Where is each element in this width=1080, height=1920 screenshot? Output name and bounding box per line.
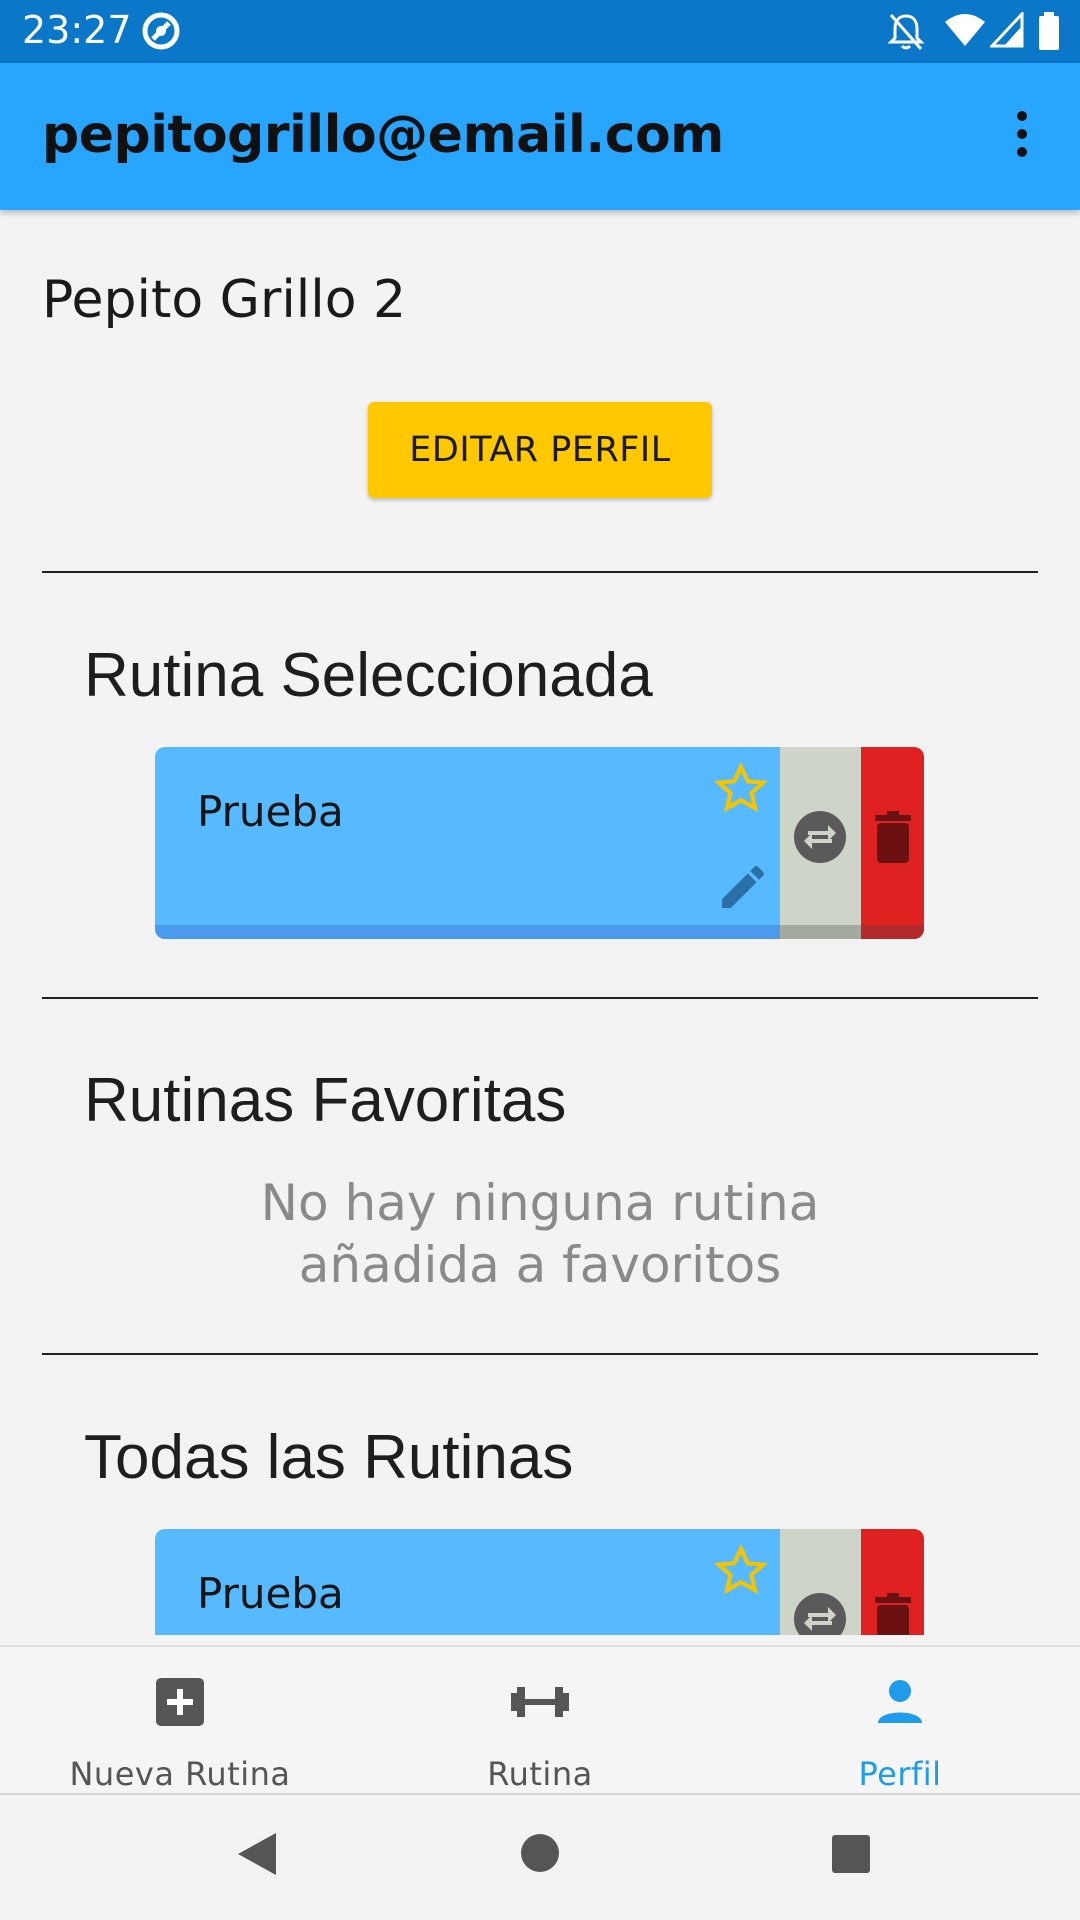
swap-routine-button[interactable]	[780, 747, 861, 939]
edit-pencil-icon[interactable]	[715, 859, 771, 915]
section-title-selected: Rutina Seleccionada	[84, 641, 653, 710]
routine-name: Prueba	[197, 787, 344, 836]
divider	[42, 1353, 1038, 1355]
star-outline-icon[interactable]	[713, 761, 769, 817]
nav-item-rutina[interactable]: Rutina	[360, 1647, 720, 1797]
section-title-favorites: Rutinas Favoritas	[84, 1066, 567, 1135]
divider	[42, 997, 1038, 999]
routine-card[interactable]: Prueba	[155, 1529, 924, 1635]
routine-card-selected[interactable]: Prueba	[155, 747, 924, 939]
swap-icon	[794, 1593, 846, 1635]
star-outline-icon[interactable]	[713, 1543, 769, 1599]
trash-icon	[875, 811, 911, 863]
trash-icon	[875, 1593, 911, 1635]
section-title-all: Todas las Rutinas	[84, 1423, 574, 1492]
wifi-icon	[944, 12, 986, 53]
person-icon	[878, 1680, 922, 1723]
delete-routine-button[interactable]	[861, 1529, 924, 1635]
app-bar: pepitogrillo@email.com	[0, 63, 1080, 210]
dumbbell-icon	[511, 1687, 569, 1717]
signal-icon	[988, 10, 1024, 53]
nav-item-perfil[interactable]: Perfil	[720, 1647, 1080, 1797]
app-bar-title: pepitogrillo@email.com	[42, 105, 724, 165]
empty-favorites-message: No hay ninguna rutina añadida a favorito…	[260, 1174, 820, 1294]
bottom-navigation: Nueva Rutina Rutina Perfil	[0, 1645, 1080, 1795]
back-icon[interactable]	[236, 1831, 278, 1877]
delete-routine-button[interactable]	[861, 747, 924, 939]
notifications-off-icon	[887, 12, 925, 57]
swap-icon	[794, 811, 846, 863]
system-navigation-bar	[0, 1797, 1080, 1920]
home-icon[interactable]	[520, 1833, 560, 1873]
routine-card-main[interactable]: Prueba	[155, 747, 780, 939]
routine-name: Prueba	[197, 1569, 344, 1618]
swap-routine-button[interactable]	[780, 1529, 861, 1635]
edit-profile-button[interactable]: EDITAR PERFIL	[368, 402, 712, 498]
app-notification-icon	[140, 10, 182, 57]
recents-icon[interactable]	[832, 1835, 870, 1873]
overflow-menu-icon[interactable]	[1010, 111, 1034, 165]
status-time: 23:27	[22, 8, 132, 52]
profile-name: Pepito Grillo 2	[42, 270, 407, 330]
battery-icon	[1038, 12, 1060, 55]
nav-item-nueva-rutina[interactable]: Nueva Rutina	[0, 1647, 360, 1797]
status-bar: 23:27	[0, 0, 1080, 63]
routine-list[interactable]: Prueba	[0, 1520, 1080, 1635]
divider	[42, 571, 1038, 573]
routine-card-main[interactable]: Prueba	[155, 1529, 780, 1635]
add-box-icon	[156, 1678, 204, 1726]
